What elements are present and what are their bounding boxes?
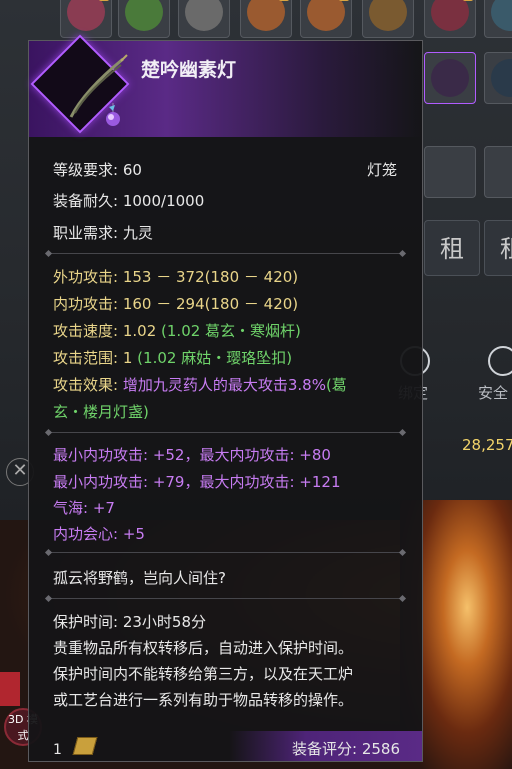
bonus-line: 最小内功攻击: +52，最大内功攻击: +80 [53, 446, 331, 464]
divider [49, 598, 402, 599]
inventory-slot[interactable] [118, 0, 170, 38]
outer-attack-extra: (180 － 420) [204, 268, 299, 286]
inventory-slot[interactable] [484, 52, 512, 104]
inner-attack-value: 160 － 294 [122, 295, 205, 313]
divider [49, 432, 402, 433]
attack-effect-set-1: (葛 [325, 376, 347, 394]
attack-range-label: 攻击范围: [53, 349, 119, 367]
lock-icon [463, 0, 473, 1]
inventory-slot[interactable] [240, 0, 292, 38]
inventory-slot[interactable] [362, 0, 414, 38]
bonus-line: 最小内功攻击: +79，最大内功攻击: +121 [53, 473, 341, 491]
flavor-text: 孤云将野鹤，岂向人间住? [53, 569, 226, 587]
currency-amount: 28,257 [462, 436, 512, 454]
item-tooltip: 楚吟幽素灯 等级要求: 60 灯笼 装备耐久: 1000/1000 职业需求: … [28, 34, 423, 762]
protection-time-label: 保护时间: [53, 613, 123, 631]
inventory-slot-selected[interactable] [424, 52, 476, 104]
attack-range-set: (1.02 麻姑・璎珞坠扣) [137, 349, 293, 367]
safe-lock-icon[interactable] [488, 346, 512, 376]
inventory-slot[interactable] [178, 0, 230, 38]
stack-count: 1 [53, 742, 62, 758]
protection-desc: 贵重物品所有权转移后，自动进入保护时间。 [53, 639, 354, 657]
attack-effect-value: 增加九灵药人的最大攻击3.8% [122, 376, 326, 394]
attack-effect-label: 攻击效果: [53, 376, 119, 394]
bonus-line: 气海: +7 [53, 499, 115, 517]
durability-label: 装备耐久: [53, 192, 119, 210]
durability: 装备耐久: 1000/1000 [53, 190, 204, 211]
lock-icon [99, 0, 109, 1]
inner-attack-extra: (180 － 420) [204, 295, 299, 313]
level-requirement: 等级要求: 60 [53, 159, 142, 180]
lantern-icon [69, 54, 128, 126]
item-name: 楚吟幽素灯 [141, 59, 237, 81]
durability-value: 1000/1000 [122, 192, 205, 210]
protection-time: 保护时间: 23小时58分 [53, 611, 206, 632]
attack-speed-value: 1.02 [122, 322, 157, 340]
class-req-value: 九灵 [122, 224, 153, 242]
divider [49, 552, 402, 553]
attack-range-value: 1 [122, 349, 133, 367]
rent-slot-1[interactable]: 租 [424, 220, 480, 276]
rent-slot-2[interactable]: 租 [484, 220, 512, 276]
inner-attack-label: 内功攻击: [53, 295, 119, 313]
divider [49, 253, 402, 254]
inventory-slot[interactable] [484, 0, 512, 38]
attack-speed-set: (1.02 葛玄・寒烟杆) [161, 322, 301, 340]
safe-label: 安全 [478, 384, 509, 402]
currency-icon [72, 737, 98, 755]
class-req-label: 职业需求: [53, 224, 119, 242]
attack-speed-label: 攻击速度: [53, 322, 119, 340]
item-type: 灯笼 [367, 161, 398, 179]
score-label: 装备评分: [291, 740, 362, 758]
attack-effect: 攻击效果: 增加九灵药人的最大攻击3.8%(葛 [53, 374, 347, 395]
score-value: 2586 [361, 740, 400, 758]
bonus-line: 内功会心: +5 [53, 525, 145, 543]
level-req-value: 60 [122, 161, 142, 179]
protection-desc: 或工艺台进行一系列有助于物品转移的操作。 [53, 691, 354, 709]
outer-attack-label: 外功攻击: [53, 268, 119, 286]
inventory-slot[interactable] [484, 146, 512, 198]
outer-attack-value: 153 － 372 [122, 268, 205, 286]
lock-icon [339, 0, 349, 1]
protection-time-value: 23小时58分 [122, 613, 207, 631]
lock-icon [279, 0, 289, 1]
equipment-score: 装备评分: 2586 [292, 738, 400, 759]
attack-range: 攻击范围: 1 (1.02 麻姑・璎珞坠扣) [53, 347, 292, 368]
inventory-slot[interactable] [424, 146, 476, 198]
inner-attack: 内功攻击: 160 － 294(180 － 420) [53, 293, 298, 314]
class-requirement: 职业需求: 九灵 [53, 222, 153, 243]
health-bar-fragment [0, 672, 20, 706]
outer-attack: 外功攻击: 153 － 372(180 － 420) [53, 266, 298, 287]
inventory-slot[interactable] [60, 0, 112, 38]
attack-speed: 攻击速度: 1.02 (1.02 葛玄・寒烟杆) [53, 320, 301, 341]
inventory-slot[interactable] [300, 0, 352, 38]
attack-effect-set-2: 玄・楼月灯盏) [53, 403, 149, 421]
inventory-slot[interactable] [424, 0, 476, 38]
protection-desc: 保护时间内不能转移给第三方，以及在天工炉 [53, 665, 354, 683]
level-req-label: 等级要求: [53, 161, 119, 179]
